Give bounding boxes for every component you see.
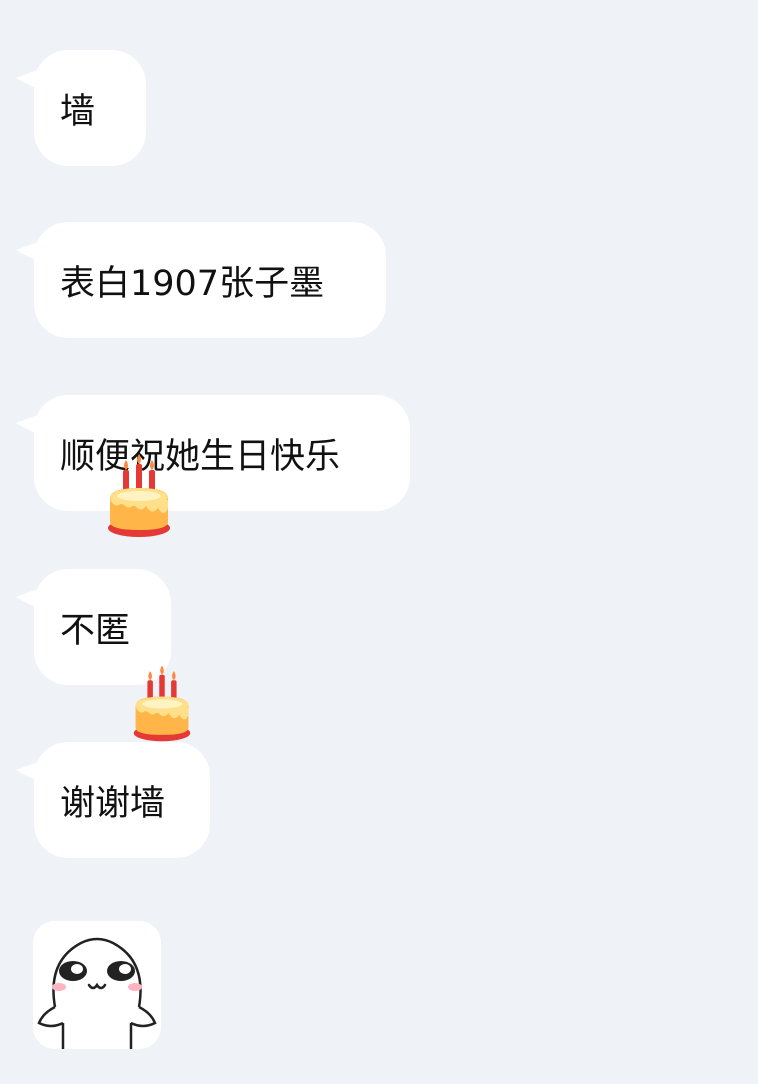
birthday-cake-icon — [133, 665, 191, 742]
message-text: 谢谢墙 — [60, 783, 166, 824]
blushing-face-sticker-icon — [33, 921, 161, 1049]
message-item[interactable]: 墙 — [16, 50, 146, 166]
message-item[interactable]: 谢谢墙 — [16, 742, 210, 858]
message-text: 不匿 — [60, 610, 131, 651]
message-text: 顺便祝她生日快乐 — [60, 436, 341, 477]
message-bubble[interactable]: 顺便祝她生日快乐 — [34, 395, 410, 511]
message-item[interactable]: 顺便祝她生日快乐 — [16, 395, 410, 511]
chat-message-list[interactable]: 墙 表白1907张子墨 顺便祝她生日快乐 不匿 谢谢墙 — [0, 0, 758, 1084]
message-bubble[interactable]: 表白1907张子墨 — [34, 222, 386, 338]
birthday-cake-icon — [108, 454, 170, 537]
message-text: 表白1907张子墨 — [60, 263, 325, 304]
message-item[interactable]: 表白1907张子墨 — [16, 222, 386, 338]
message-bubble[interactable]: 谢谢墙 — [34, 742, 210, 858]
message-text: 墙 — [60, 91, 96, 132]
sticker-message[interactable] — [33, 921, 161, 1049]
message-bubble[interactable]: 墙 — [34, 50, 146, 166]
